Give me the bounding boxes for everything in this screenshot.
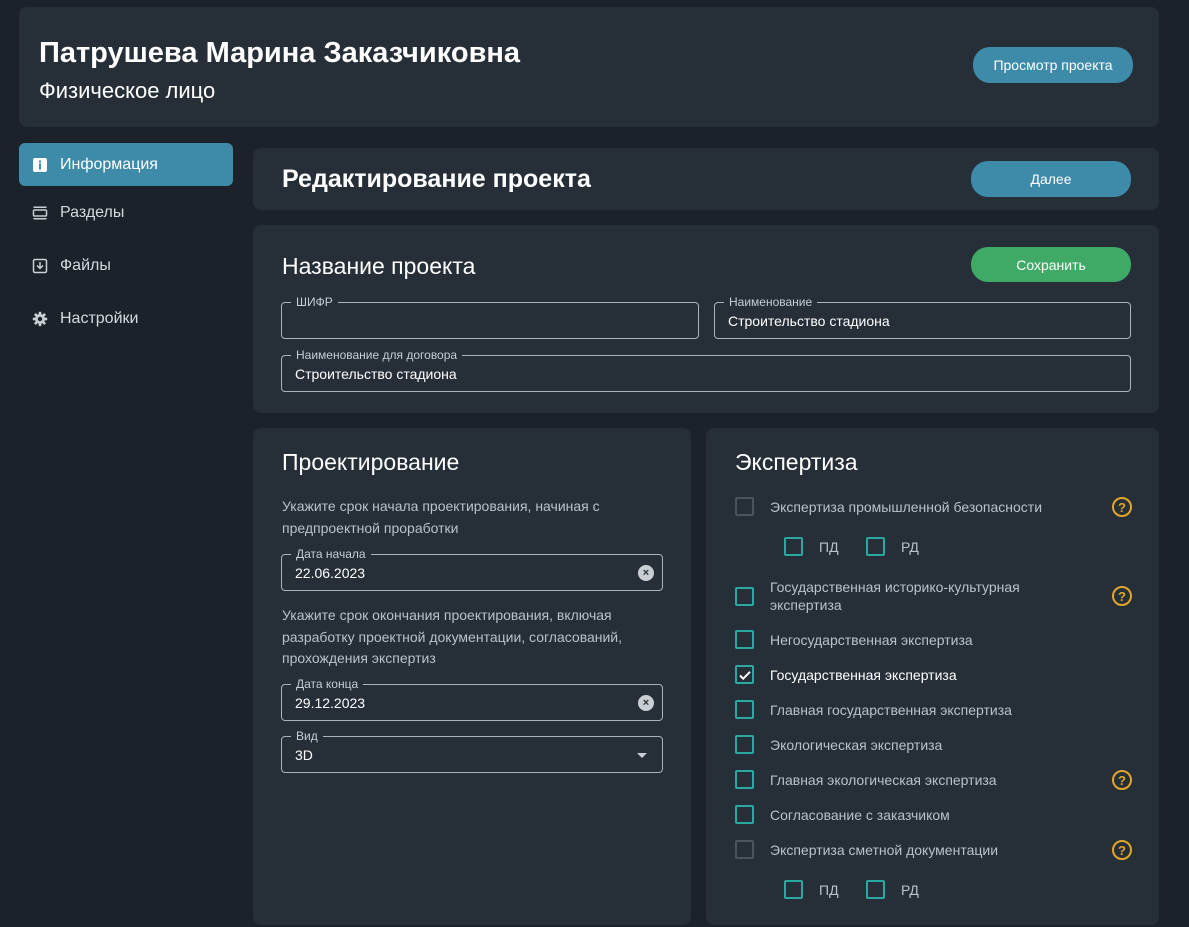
- section-title: Проектирование: [282, 449, 460, 475]
- cipher-field[interactable]: ШИФР: [281, 294, 699, 339]
- expertise-label: Главная экологическая экспертиза: [770, 771, 997, 788]
- name-value: Строительство стадиона: [728, 312, 890, 329]
- expertise-item-estimate-docs[interactable]: Экспертиза сметной документации: [735, 840, 1135, 859]
- start-hint: Укажите срок начала проектирования, начи…: [282, 498, 600, 536]
- start-date-field[interactable]: Дата начала 22.06.2023 ×: [281, 546, 663, 591]
- contract-name-label: Наименование для договора: [291, 347, 463, 363]
- name-field[interactable]: Наименование Строительство стадиона: [714, 294, 1131, 339]
- checkbox[interactable]: [735, 630, 754, 649]
- expertise-label: Согласование с заказчиком: [770, 806, 950, 823]
- checkbox[interactable]: [735, 700, 754, 719]
- checkbox[interactable]: [735, 770, 754, 789]
- checkbox[interactable]: [735, 586, 754, 606]
- sub-option-rd[interactable]: РД: [866, 880, 919, 899]
- sidebar-item-label: Информация: [60, 155, 158, 173]
- expertise-label: Экспертиза сметной документации: [770, 841, 999, 858]
- sidebar-item-sections[interactable]: Разделы: [19, 191, 233, 234]
- expertise-label: Государственная историко-культурная эксп…: [770, 579, 1020, 613]
- kind-value: 3D: [295, 746, 313, 763]
- checkbox[interactable]: [784, 537, 803, 556]
- expertise-label: Главная государственная экспертиза: [770, 701, 1012, 718]
- help-icon[interactable]: ?: [1112, 586, 1132, 606]
- checkbox[interactable]: [735, 735, 754, 754]
- clear-icon[interactable]: ×: [638, 695, 654, 711]
- sub-option-label: ПД: [819, 538, 839, 555]
- checkbox[interactable]: [735, 497, 754, 516]
- end-date-value: 29.12.2023: [295, 694, 366, 711]
- cipher-label: ШИФР: [291, 294, 338, 310]
- sections-icon: [32, 205, 48, 221]
- edit-project-bar: Редактирование проекта Далее: [253, 148, 1159, 210]
- sidebar-item-label: Разделы: [60, 203, 125, 221]
- expertise-label: Государственная экспертиза: [770, 666, 957, 683]
- kind-label: Вид: [291, 728, 323, 744]
- next-button[interactable]: Далее: [971, 161, 1131, 197]
- sub-option-label: РД: [901, 881, 919, 898]
- sub-option-label: РД: [901, 538, 919, 555]
- start-date-value: 22.06.2023: [295, 564, 366, 581]
- expertise-item-industrial-safety[interactable]: Экспертиза промышленной безопасности: [735, 497, 1135, 516]
- sub-option-pd[interactable]: ПД: [784, 537, 839, 556]
- expertise-item-non-state[interactable]: Негосударственная экспертиза: [735, 630, 1135, 649]
- end-date-field[interactable]: Дата конца 29.12.2023 ×: [281, 676, 663, 721]
- sidebar-item-settings[interactable]: Настройки: [19, 297, 233, 340]
- info-icon: [32, 157, 48, 173]
- contract-name-value: Строительство стадиона: [295, 365, 457, 382]
- sidebar-item-label: Настройки: [60, 309, 139, 327]
- expertise-item-main-ecological[interactable]: Главная экологическая экспертиза: [735, 770, 1135, 789]
- sub-option-rd[interactable]: РД: [866, 537, 919, 556]
- sidebar-item-label: Файлы: [60, 256, 111, 274]
- gear-icon: [32, 311, 48, 327]
- sub-option-label: ПД: [819, 881, 839, 898]
- checkbox-checked[interactable]: [735, 665, 754, 684]
- expertise-item-historical-cultural[interactable]: Государственная историко-культурная эксп…: [735, 578, 1135, 614]
- expertise-label: Экологическая экспертиза: [770, 736, 943, 753]
- save-button[interactable]: Сохранить: [971, 247, 1131, 282]
- help-icon[interactable]: ?: [1112, 497, 1132, 517]
- expertise-label: Негосударственная экспертиза: [770, 631, 973, 648]
- checkbox[interactable]: [866, 537, 885, 556]
- expertise-label: Экспертиза промышленной безопасности: [770, 498, 1043, 515]
- checkbox[interactable]: [735, 805, 754, 824]
- kind-select[interactable]: Вид 3D: [281, 728, 663, 773]
- design-card: Проектирование Укажите срок начала проек…: [253, 428, 691, 925]
- end-date-label: Дата конца: [291, 676, 364, 692]
- expertise-item-ecological[interactable]: Экологическая экспертиза: [735, 735, 1135, 754]
- expertise-card: Экспертиза Экспертиза промышленной безоп…: [706, 428, 1159, 925]
- expertise-item-main-state[interactable]: Главная государственная экспертиза: [735, 700, 1135, 719]
- chevron-down-icon: [637, 753, 647, 758]
- start-date-label: Дата начала: [291, 546, 371, 562]
- help-icon[interactable]: ?: [1112, 770, 1132, 790]
- section-title: Название проекта: [282, 253, 476, 279]
- expertise-item-state[interactable]: Государственная экспертиза: [735, 665, 1135, 684]
- download-icon: [32, 258, 48, 274]
- checkbox[interactable]: [866, 880, 885, 899]
- end-hint: Укажите срок окончания проектирования, в…: [282, 607, 623, 666]
- clear-icon[interactable]: ×: [638, 565, 654, 581]
- help-icon[interactable]: ?: [1112, 840, 1132, 860]
- project-name-card: Название проекта Сохранить ШИФР Наименов…: [253, 225, 1159, 413]
- sub-option-pd[interactable]: ПД: [784, 880, 839, 899]
- expertise-item-customer-approval[interactable]: Согласование с заказчиком: [735, 805, 1135, 824]
- checkbox[interactable]: [784, 880, 803, 899]
- check-icon: [738, 670, 751, 680]
- profile-header: Патрушева Марина Заказчиковна Физическое…: [19, 7, 1159, 127]
- sidebar-item-info[interactable]: Информация: [19, 143, 233, 186]
- page-title: Редактирование проекта: [282, 165, 591, 193]
- view-project-button[interactable]: Просмотр проекта: [973, 47, 1133, 83]
- sidebar-item-files[interactable]: Файлы: [19, 244, 233, 287]
- contract-name-field[interactable]: Наименование для договора Строительство …: [281, 347, 1131, 392]
- checkbox[interactable]: [735, 840, 754, 859]
- customer-type: Физическое лицо: [39, 78, 216, 103]
- name-label: Наименование: [724, 294, 818, 310]
- section-title: Экспертиза: [735, 449, 858, 475]
- customer-name: Патрушева Марина Заказчиковна: [39, 37, 521, 69]
